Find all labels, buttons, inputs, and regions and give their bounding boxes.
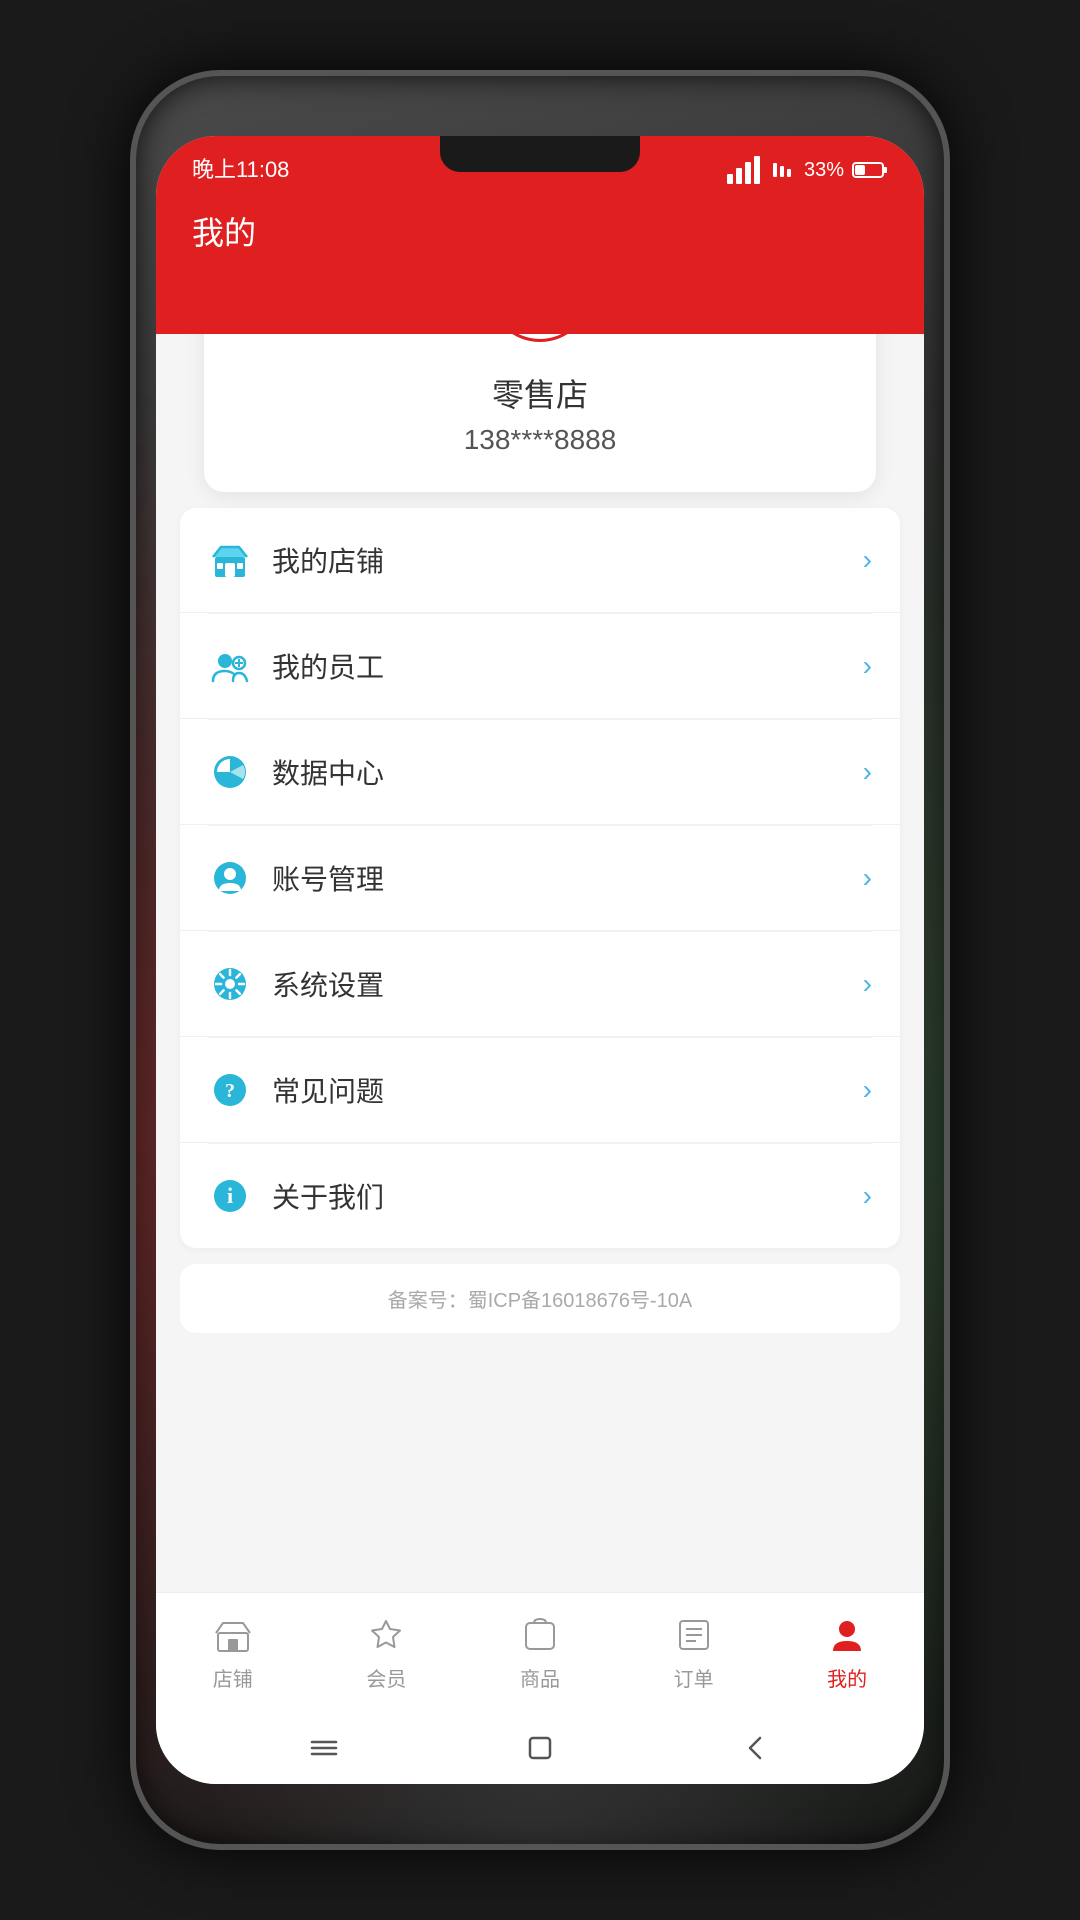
menu-item-store[interactable]: 我的店铺 › <box>180 508 900 613</box>
nav-item-mine[interactable]: 我的 <box>770 1613 924 1692</box>
data-arrow: › <box>863 756 872 788</box>
nav-item-goods[interactable]: 商品 <box>463 1613 617 1692</box>
android-menu-btn[interactable] <box>304 1728 344 1768</box>
about-label: 关于我们 <box>272 1176 863 1216</box>
nav-orders-icon <box>672 1613 716 1657</box>
android-nav <box>156 1712 924 1784</box>
nav-goods-icon <box>518 1613 562 1657</box>
staff-icon <box>208 644 252 688</box>
status-time: 晚上11:08 <box>192 152 289 184</box>
nav-store-icon <box>211 1613 255 1657</box>
bottom-nav: 店铺 会员 商品 <box>156 1592 924 1712</box>
menu-item-settings[interactable]: 系统设置 › <box>180 932 900 1037</box>
about-arrow: › <box>863 1180 872 1212</box>
footer-note: 备案号：蜀ICP备16018676号-10A <box>180 1264 900 1333</box>
menu-item-faq[interactable]: ? 常见问题 › <box>180 1038 900 1143</box>
store-icon <box>208 538 252 582</box>
faq-arrow: › <box>863 1074 872 1106</box>
menu-item-account[interactable]: 账号管理 › <box>180 826 900 931</box>
staff-arrow: › <box>863 650 872 682</box>
settings-arrow: › <box>863 968 872 1000</box>
settings-icon <box>208 962 252 1006</box>
account-label: 账号管理 <box>272 858 863 898</box>
menu-item-staff[interactable]: 我的员工 › <box>180 614 900 719</box>
wifi-icon <box>768 160 796 180</box>
nav-mine-label: 我的 <box>827 1663 867 1692</box>
data-label: 数据中心 <box>272 752 863 792</box>
nav-item-store[interactable]: 店铺 <box>156 1613 310 1692</box>
store-name: 零售店 <box>234 370 846 416</box>
nav-orders-label: 订单 <box>674 1663 714 1692</box>
svg-text:?: ? <box>225 1080 235 1102</box>
menu-item-data[interactable]: 数据中心 › <box>180 720 900 825</box>
nav-mine-icon <box>825 1613 869 1657</box>
avatar <box>488 334 592 342</box>
profile-card: 零售店 138****8888 <box>204 334 876 492</box>
page-header: 我的 <box>156 192 924 334</box>
android-back-btn[interactable] <box>736 1728 776 1768</box>
account-arrow: › <box>863 862 872 894</box>
settings-label: 系统设置 <box>272 964 863 1004</box>
nav-item-orders[interactable]: 订单 <box>617 1613 771 1692</box>
nav-member-icon <box>364 1613 408 1657</box>
store-phone: 138****8888 <box>234 424 846 456</box>
menu-cards: 我的店铺 › <box>180 508 900 1248</box>
data-icon <box>208 750 252 794</box>
staff-label: 我的员工 <box>272 646 863 686</box>
nav-goods-label: 商品 <box>520 1663 560 1692</box>
page-title: 我的 <box>192 208 888 254</box>
faq-icon: ? <box>208 1068 252 1112</box>
avatar-wrapper <box>488 334 592 342</box>
store-arrow: › <box>863 544 872 576</box>
status-icons: 33% <box>727 156 888 184</box>
signal-icon <box>727 156 760 184</box>
nav-store-label: 店铺 <box>213 1663 253 1692</box>
android-home-btn[interactable] <box>520 1728 560 1768</box>
store-label: 我的店铺 <box>272 540 863 580</box>
faq-label: 常见问题 <box>272 1070 863 1110</box>
nav-member-label: 会员 <box>366 1663 406 1692</box>
menu-item-about[interactable]: i 关于我们 › <box>180 1144 900 1248</box>
svg-text:i: i <box>227 1183 233 1208</box>
nav-item-member[interactable]: 会员 <box>310 1613 464 1692</box>
battery-icon <box>852 160 888 180</box>
about-icon: i <box>208 1174 252 1218</box>
battery-text: 33% <box>804 159 844 182</box>
account-icon <box>208 856 252 900</box>
menu-area: 零售店 138****8888 我的 <box>156 334 924 1592</box>
